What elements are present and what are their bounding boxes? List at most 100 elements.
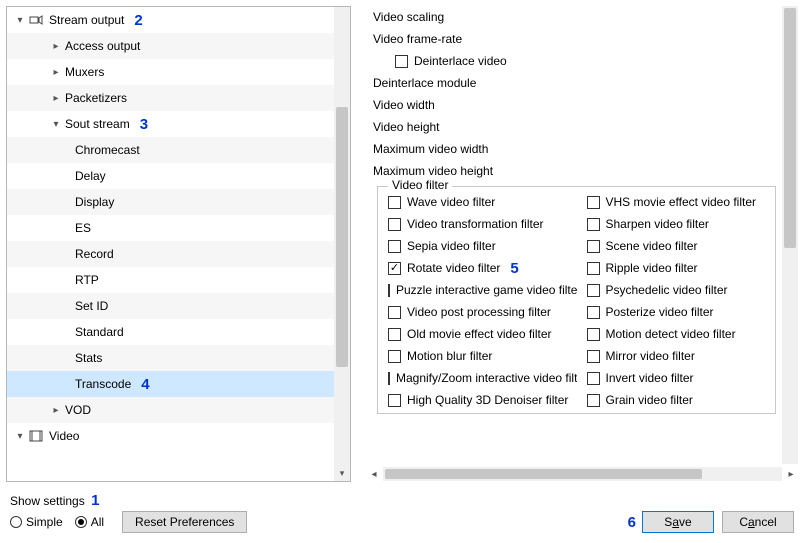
tree-set-id[interactable]: Set ID — [7, 293, 334, 319]
chevron-down-icon[interactable]: ▾ — [13, 15, 27, 26]
tree-rtp[interactable]: RTP — [7, 267, 334, 293]
chevron-down-icon[interactable]: ▾ — [13, 431, 27, 442]
checkbox-unchecked[interactable] — [587, 218, 600, 231]
radio-all[interactable] — [75, 516, 87, 528]
filter-label: Video post processing filter — [407, 305, 551, 319]
filter-checkbox-row[interactable]: Sharpen video filter — [577, 213, 776, 235]
annotation-marker: 5 — [510, 260, 518, 277]
filter-checkbox-row[interactable]: Video post processing filter — [378, 301, 577, 323]
chevron-left-icon[interactable]: ◂ — [367, 467, 381, 481]
filter-checkbox-row[interactable]: Grain video filter — [577, 389, 776, 411]
chevron-right-icon[interactable]: ▸ — [49, 41, 63, 52]
filter-checkbox-row[interactable]: Video transformation filter — [378, 213, 577, 235]
filter-checkbox-row[interactable]: Ripple video filter — [577, 257, 776, 279]
tree-transcode[interactable]: Transcode 4 — [7, 371, 334, 397]
chevron-down-icon[interactable]: ▾ — [49, 119, 63, 130]
annotation-marker: 2 — [134, 12, 142, 29]
scrollbar-thumb[interactable] — [385, 469, 702, 479]
settings-tree[interactable]: ▾ Stream output 2 ▸ Access output ▸ Muxe… — [7, 7, 334, 481]
tree-es[interactable]: ES — [7, 215, 334, 241]
checkbox-unchecked[interactable] — [587, 328, 600, 341]
filter-checkbox-row[interactable]: Invert video filter — [577, 367, 776, 389]
filter-checkbox-row[interactable]: VHS movie effect video filter — [577, 191, 776, 213]
checkbox-unchecked[interactable] — [388, 350, 401, 363]
scrollbar-thumb[interactable] — [336, 107, 348, 367]
radio-all-label[interactable]: All — [91, 515, 104, 529]
tree-packetizers[interactable]: ▸ Packetizers — [7, 85, 334, 111]
setting-label: Video height — [373, 120, 440, 134]
tree-vertical-scrollbar[interactable]: ▾ — [334, 7, 350, 481]
tree-muxers[interactable]: ▸ Muxers — [7, 59, 334, 85]
filter-checkbox-row[interactable]: Wave video filter — [378, 191, 577, 213]
filter-checkbox-row[interactable]: High Quality 3D Denoiser filter — [378, 389, 577, 411]
checkbox-unchecked[interactable] — [587, 306, 600, 319]
checkbox-unchecked[interactable] — [388, 394, 401, 407]
save-button[interactable]: Save — [642, 511, 714, 533]
setting-max-video-width: Maximum video width — [367, 138, 782, 160]
filter-checkbox-row[interactable]: Motion blur filter — [378, 345, 577, 367]
tree-display[interactable]: Display — [7, 189, 334, 215]
chevron-right-icon[interactable]: ▸ — [49, 93, 63, 104]
checkbox-unchecked[interactable] — [587, 196, 600, 209]
annotation-marker: 6 — [628, 514, 636, 531]
checkbox-unchecked[interactable] — [395, 55, 408, 68]
checkbox-unchecked[interactable] — [587, 262, 600, 275]
tree-item-label: Transcode — [75, 377, 131, 391]
filter-checkbox-row[interactable]: ✓Rotate video filter5 — [378, 257, 577, 279]
filter-checkbox-row[interactable]: Psychedelic video filter — [577, 279, 776, 301]
tree-item-label: Packetizers — [65, 91, 127, 105]
tree-delay[interactable]: Delay — [7, 163, 334, 189]
filter-checkbox-row[interactable]: Puzzle interactive game video filter — [378, 279, 577, 301]
tree-video[interactable]: ▾ Video — [7, 423, 334, 449]
tree-record[interactable]: Record — [7, 241, 334, 267]
checkbox-unchecked[interactable] — [587, 394, 600, 407]
filter-checkbox-row[interactable]: Mirror video filter — [577, 345, 776, 367]
checkbox-unchecked[interactable] — [388, 218, 401, 231]
tree-access-output[interactable]: ▸ Access output — [7, 33, 334, 59]
tree-standard[interactable]: Standard — [7, 319, 334, 345]
filter-label: Scene video filter — [606, 239, 698, 253]
checkbox-unchecked[interactable] — [388, 240, 401, 253]
filter-label: Old movie effect video filter — [407, 327, 552, 341]
scrollbar-track[interactable] — [383, 467, 782, 481]
radio-simple-label[interactable]: Simple — [26, 515, 63, 529]
radio-simple[interactable] — [10, 516, 22, 528]
filter-label: High Quality 3D Denoiser filter — [407, 393, 568, 407]
filter-label: Puzzle interactive game video filter — [396, 283, 577, 297]
checkbox-unchecked[interactable] — [388, 306, 401, 319]
checkbox-checked[interactable]: ✓ — [388, 262, 401, 275]
filter-label: Grain video filter — [606, 393, 693, 407]
filter-checkbox-row[interactable]: Motion detect video filter — [577, 323, 776, 345]
checkbox-unchecked[interactable] — [388, 328, 401, 341]
filter-checkbox-row[interactable]: Scene video filter — [577, 235, 776, 257]
checkbox-unchecked[interactable] — [388, 196, 401, 209]
chevron-right-icon[interactable]: ▸ — [784, 467, 798, 481]
tree-item-label: Delay — [75, 169, 106, 183]
setting-deinterlace-video[interactable]: Deinterlace video — [367, 50, 782, 72]
checkbox-unchecked[interactable] — [388, 284, 390, 297]
chevron-down-icon[interactable]: ▾ — [334, 468, 350, 479]
tree-stats[interactable]: Stats — [7, 345, 334, 371]
checkbox-unchecked[interactable] — [587, 284, 600, 297]
checkbox-unchecked[interactable] — [388, 372, 390, 385]
filter-checkbox-row[interactable]: Magnify/Zoom interactive video filter — [378, 367, 577, 389]
right-vertical-scrollbar[interactable] — [782, 6, 798, 464]
filter-label: Posterize video filter — [606, 305, 714, 319]
tree-sout-stream[interactable]: ▾ Sout stream 3 — [7, 111, 334, 137]
right-horizontal-scrollbar[interactable]: ◂ ▸ — [367, 466, 798, 482]
scrollbar-thumb[interactable] — [784, 8, 796, 248]
chevron-right-icon[interactable]: ▸ — [49, 405, 63, 416]
checkbox-unchecked[interactable] — [587, 350, 600, 363]
reset-preferences-button[interactable]: Reset Preferences — [122, 511, 247, 533]
tree-stream-output[interactable]: ▾ Stream output 2 — [7, 7, 334, 33]
filter-checkbox-row[interactable]: Old movie effect video filter — [378, 323, 577, 345]
setting-video-width: Video width — [367, 94, 782, 116]
tree-vod[interactable]: ▸ VOD — [7, 397, 334, 423]
checkbox-unchecked[interactable] — [587, 240, 600, 253]
checkbox-unchecked[interactable] — [587, 372, 600, 385]
filter-checkbox-row[interactable]: Posterize video filter — [577, 301, 776, 323]
filter-checkbox-row[interactable]: Sepia video filter — [378, 235, 577, 257]
cancel-button[interactable]: Cancel — [722, 511, 794, 533]
tree-chromecast[interactable]: Chromecast — [7, 137, 334, 163]
chevron-right-icon[interactable]: ▸ — [49, 67, 63, 78]
